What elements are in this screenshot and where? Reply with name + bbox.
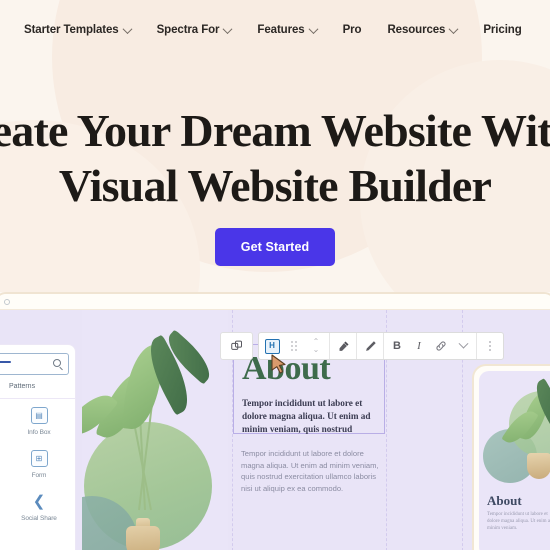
plant-image[interactable] [82,310,228,550]
nav-item-spectra-for[interactable]: Spectra For [156,23,233,36]
block-item-info-box[interactable]: ▤ Info Box [1,407,75,436]
bold-button[interactable]: B [386,333,408,359]
block-duplicate-button[interactable] [220,332,253,360]
about-paragraph-gray: Tempor incididunt ut labore et dolore ma… [241,449,379,493]
headline-line-1: Create Your Dream Website With a [0,105,550,156]
block-item-form[interactable]: ⊞ Form [1,450,75,479]
nav-label: Pricing [483,24,522,36]
blocks-grid: H Heading ▤ Info Box ▥ Tabs ⊞ Form ≣ P [0,407,75,522]
nav-item-features[interactable]: Features [257,23,319,36]
page-title: Create Your Dream Website With a Visual … [0,108,550,209]
nav-label: Pro [342,24,362,36]
vertical-ellipsis-icon [489,341,491,351]
nav-label: Spectra For [156,24,220,36]
mobile-preview[interactable]: About Tempor incididunt ut labore et dol… [472,364,550,550]
mobile-about-heading: About [487,493,522,508]
chevron-down-icon [448,23,459,34]
headline-line-2: Visual Website Builder [58,160,492,211]
browser-chrome-bar [0,294,550,310]
drag-handle-icon [291,341,297,351]
toolbar-group-block: H ⌃ ⌄ [259,333,330,359]
main-navigation: Starter Templates Spectra For Features P… [0,0,550,60]
copy-blocks-icon [230,340,242,350]
plant-vase [527,453,550,479]
link-button[interactable] [430,333,452,359]
pen-button[interactable] [359,333,381,359]
chevron-down-icon [222,23,233,34]
mouse-cursor [271,354,286,374]
chevron-down-icon [308,23,319,34]
options-button[interactable] [479,333,501,359]
pen-icon [365,340,376,351]
move-up-down-button[interactable]: ⌃ ⌄ [305,333,327,359]
heading-icon: H [264,338,280,354]
more-formatting-button[interactable] [452,333,474,359]
chevron-down-icon [458,338,468,349]
cta-container: Get Started [0,228,550,266]
info-box-icon: ▤ [30,407,48,424]
nav-label: Starter Templates [24,24,119,36]
block-label: Info Box [27,429,51,436]
about-paragraph-bold: Tempor incididunt ut labore et dolore ma… [242,398,371,434]
form-icon: ⊞ [30,450,48,467]
highlighter-button[interactable] [332,333,354,359]
get-started-button[interactable]: Get Started [214,228,336,266]
toolbar-group-pen [357,333,384,359]
editor-mockup: Patterns H Heading ▤ Info Box ▥ Tabs ⊞ [0,292,550,550]
search-icon [53,359,61,367]
plant-vase [126,526,160,550]
nav-item-resources[interactable]: Resources [387,23,459,36]
nav-item-pricing[interactable]: Pricing [483,24,521,36]
block-toolbar: H ⌃ ⌄ B I [258,332,504,360]
toolbar-group-options [477,333,503,359]
hero-section: Starter Templates Spectra For Features P… [0,0,550,292]
tab-patterns[interactable]: Patterns [9,383,35,390]
nav-label: Resources [387,24,446,36]
mobile-preview-screen: About Tempor incididunt ut labore et dol… [479,371,550,550]
nav-item-starter-templates[interactable]: Starter Templates [24,23,133,36]
link-icon [436,341,446,351]
chevron-up-down-icon: ⌃ ⌄ [312,337,320,354]
blocks-panel[interactable]: Patterns H Heading ▤ Info Box ▥ Tabs ⊞ [0,344,76,550]
panel-tabs: Patterns [0,381,75,399]
mobile-about-paragraph: Tempor incididunt ut labore et dolore ma… [487,512,550,531]
italic-button[interactable]: I [408,333,430,359]
active-tab-indicator [0,361,11,363]
window-dot-icon [4,299,10,305]
block-item-social-share[interactable]: ❮ Social Share [1,493,75,522]
block-label: Form [31,472,47,479]
search-input[interactable] [0,353,69,375]
highlighter-icon [339,340,349,351]
toolbar-group-format: B I [384,333,477,359]
nav-label: Features [257,24,305,36]
toolbar-group-highlighter [330,333,357,359]
nav-item-pro[interactable]: Pro [343,24,362,36]
chevron-down-icon [122,23,133,34]
block-label: Social Share [21,515,57,522]
social-share-icon: ❮ [32,493,46,510]
